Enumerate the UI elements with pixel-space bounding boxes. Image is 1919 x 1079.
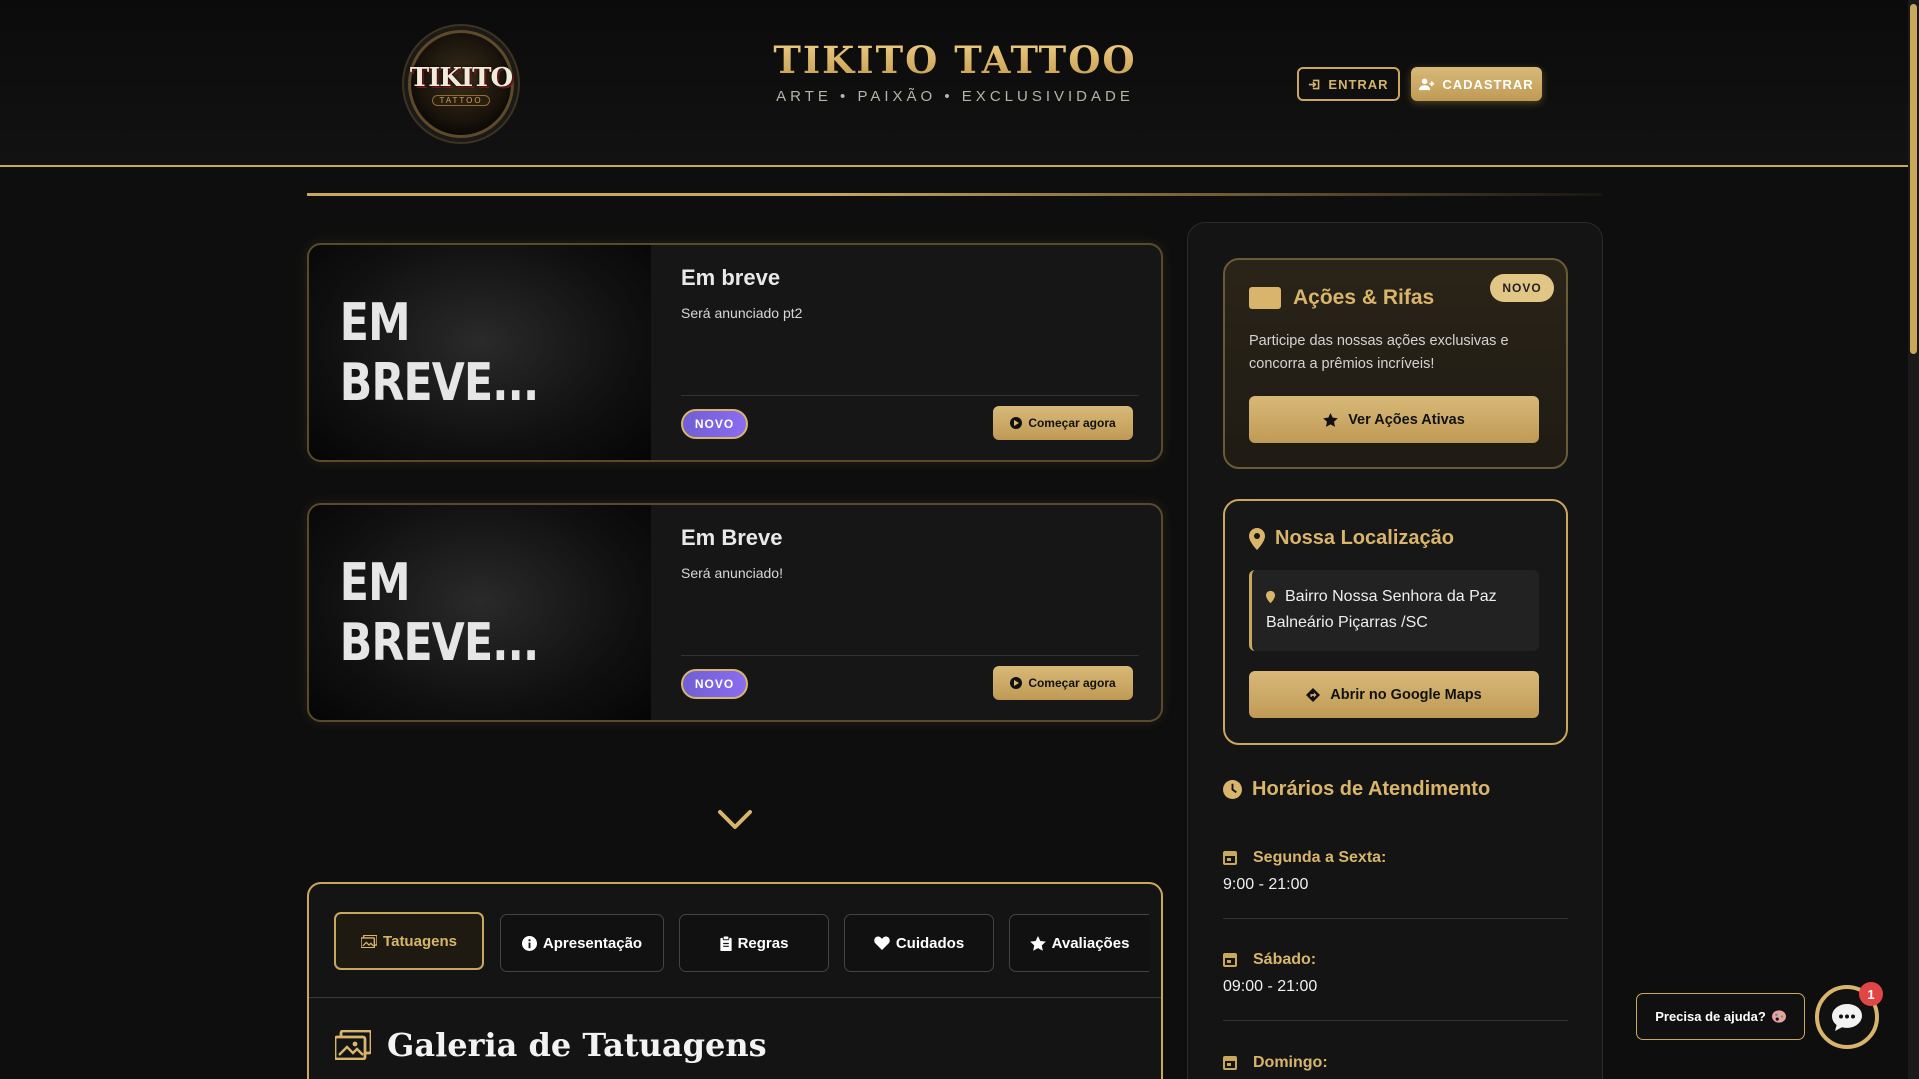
chat-bubble-icon — [1832, 1004, 1862, 1031]
hours-row: Segunda a Sexta: 9:00 - 21:00 — [1223, 849, 1568, 919]
palette-icon — [1771, 1010, 1786, 1023]
help-tooltip[interactable]: Precisa de ajuda? — [1636, 993, 1805, 1040]
hours-day: Segunda a Sexta: — [1223, 849, 1386, 867]
map-pin-icon — [1249, 527, 1265, 550]
card-divider — [681, 655, 1139, 656]
google-maps-button[interactable]: Abrir no Google Maps — [1249, 671, 1539, 718]
login-label: ENTRAR — [1328, 76, 1389, 92]
gold-divider — [307, 193, 1602, 196]
clipboard-icon — [719, 935, 732, 951]
site-tagline: ARTE • PAIXÃO • EXCLUSIVIDADE — [776, 88, 1134, 105]
tabs-panel: Tatuagens Apresentação Regras Cuidados A… — [307, 882, 1163, 1079]
star-icon — [1323, 412, 1338, 427]
acoes-rifas-box: Ações & Rifas NOVO Participe das nossas … — [1223, 258, 1568, 469]
notification-badge: 1 — [1859, 982, 1883, 1006]
heart-icon — [874, 936, 890, 950]
scrollbar[interactable] — [1908, 0, 1919, 1079]
gallery-title: Galeria de Tatuagens — [387, 1026, 767, 1064]
start-button[interactable]: Começar agora — [993, 666, 1133, 700]
address-box: Bairro Nossa Senhora da Paz Balneário Pi… — [1249, 570, 1539, 651]
card-description: Será anunciado! — [681, 565, 783, 581]
play-circle-icon — [1010, 677, 1023, 689]
hours-day: Domingo: — [1223, 1054, 1328, 1072]
card-image: EM BREVE... — [309, 505, 651, 720]
hours-row: Sábado: 09:00 - 21:00 — [1223, 951, 1568, 1021]
images-icon — [361, 934, 378, 948]
tab-label: Avaliações — [1051, 934, 1130, 952]
location-title: Nossa Localização — [1249, 527, 1454, 550]
hours-time: 09:00 - 21:00 — [1223, 978, 1318, 995]
gallery-heading: Galeria de Tatuagens — [335, 1026, 767, 1064]
novo-badge: NOVO — [1490, 274, 1554, 302]
star-icon — [1029, 935, 1046, 951]
card-description: Será anunciado pt2 — [681, 305, 803, 321]
site-title: TIKITO TATTOO — [760, 38, 1150, 82]
login-button[interactable]: ENTRAR — [1297, 67, 1400, 101]
logo[interactable]: TIKITO TATTOO — [408, 30, 514, 138]
sign-in-icon — [1309, 79, 1320, 89]
event-card: EM BREVE... Em breve Será anunciado pt2 … — [307, 243, 1163, 462]
tab-label: Cuidados — [895, 934, 965, 952]
tab-tatuagens[interactable]: Tatuagens — [334, 912, 484, 970]
clock-icon — [1223, 780, 1242, 799]
tab-regras[interactable]: Regras — [679, 914, 829, 972]
logo-text: TIKITO — [409, 62, 513, 93]
tab-label: Apresentação — [542, 934, 643, 952]
start-button-label: Começar agora — [1028, 676, 1116, 690]
address-line-2: Balneário Piçarras /SC — [1266, 614, 1428, 631]
tab-apresentacao[interactable]: Apresentação — [500, 914, 664, 972]
hours-title-text: Horários de Atendimento — [1252, 778, 1491, 800]
tab-avaliacoes[interactable]: Avaliações — [1009, 914, 1149, 972]
start-button[interactable]: Começar agora — [993, 406, 1133, 440]
signup-button[interactable]: CADASTRAR — [1411, 67, 1542, 101]
view-actions-button[interactable]: Ver Ações Ativas — [1249, 396, 1539, 443]
hours-title: Horários de Atendimento — [1223, 778, 1490, 801]
logo-subtext: TATTOO — [432, 94, 490, 106]
start-button-label: Começar agora — [1028, 416, 1116, 430]
tab-label: Tatuagens — [383, 932, 457, 950]
card-image-text: EM BREVE... — [339, 292, 539, 413]
novo-badge: NOVO — [681, 409, 748, 439]
tab-label: Regras — [737, 934, 789, 952]
site-header: TIKITO TATTOO TIKITO TATTOO ARTE • PAIXÃ… — [0, 0, 1908, 167]
hours-day: Sábado: — [1223, 951, 1316, 969]
brand: TIKITO TATTOO ARTE • PAIXÃO • EXCLUSIVID… — [760, 38, 1150, 105]
calendar-icon — [1223, 851, 1237, 865]
info-icon — [521, 935, 537, 951]
card-image-text: EM BREVE... — [339, 552, 539, 673]
location-box: Nossa Localização Bairro Nossa Senhora d… — [1223, 499, 1568, 745]
calendar-icon — [1223, 953, 1237, 967]
hours-row: Domingo: — [1223, 1054, 1568, 1079]
card-title: Em Breve — [681, 525, 783, 550]
novo-badge: NOVO — [681, 669, 748, 699]
view-actions-label: Ver Ações Ativas — [1348, 411, 1465, 428]
address-line-1: Bairro Nossa Senhora da Paz — [1266, 584, 1525, 610]
card-title: Em breve — [681, 265, 781, 290]
directions-icon — [1306, 687, 1321, 702]
signup-label: CADASTRAR — [1442, 76, 1534, 92]
scrollbar-thumb[interactable] — [1910, 4, 1917, 354]
acoes-title-text: Ações & Rifas — [1293, 286, 1435, 309]
chevron-down-icon[interactable] — [717, 808, 753, 832]
user-plus-icon — [1419, 78, 1435, 90]
hours-time: 9:00 - 21:00 — [1223, 876, 1309, 893]
play-circle-icon — [1010, 417, 1023, 429]
card-divider — [681, 395, 1139, 396]
event-card: EM BREVE... Em Breve Será anunciado! NOV… — [307, 503, 1163, 722]
tab-cuidados[interactable]: Cuidados — [844, 914, 994, 972]
calendar-icon — [1223, 1056, 1237, 1070]
acoes-description: Participe das nossas ações exclusivas e … — [1249, 333, 1509, 372]
google-maps-label: Abrir no Google Maps — [1330, 686, 1482, 703]
help-label: Precisa de ajuda? — [1655, 1009, 1766, 1024]
map-pin-icon — [1266, 590, 1275, 604]
tabs-divider — [309, 997, 1161, 998]
ticket-icon — [1249, 287, 1281, 309]
card-image: EM BREVE... — [309, 245, 651, 460]
images-icon — [335, 1030, 371, 1060]
location-title-text: Nossa Localização — [1275, 527, 1454, 549]
acoes-title: Ações & Rifas — [1249, 286, 1434, 310]
